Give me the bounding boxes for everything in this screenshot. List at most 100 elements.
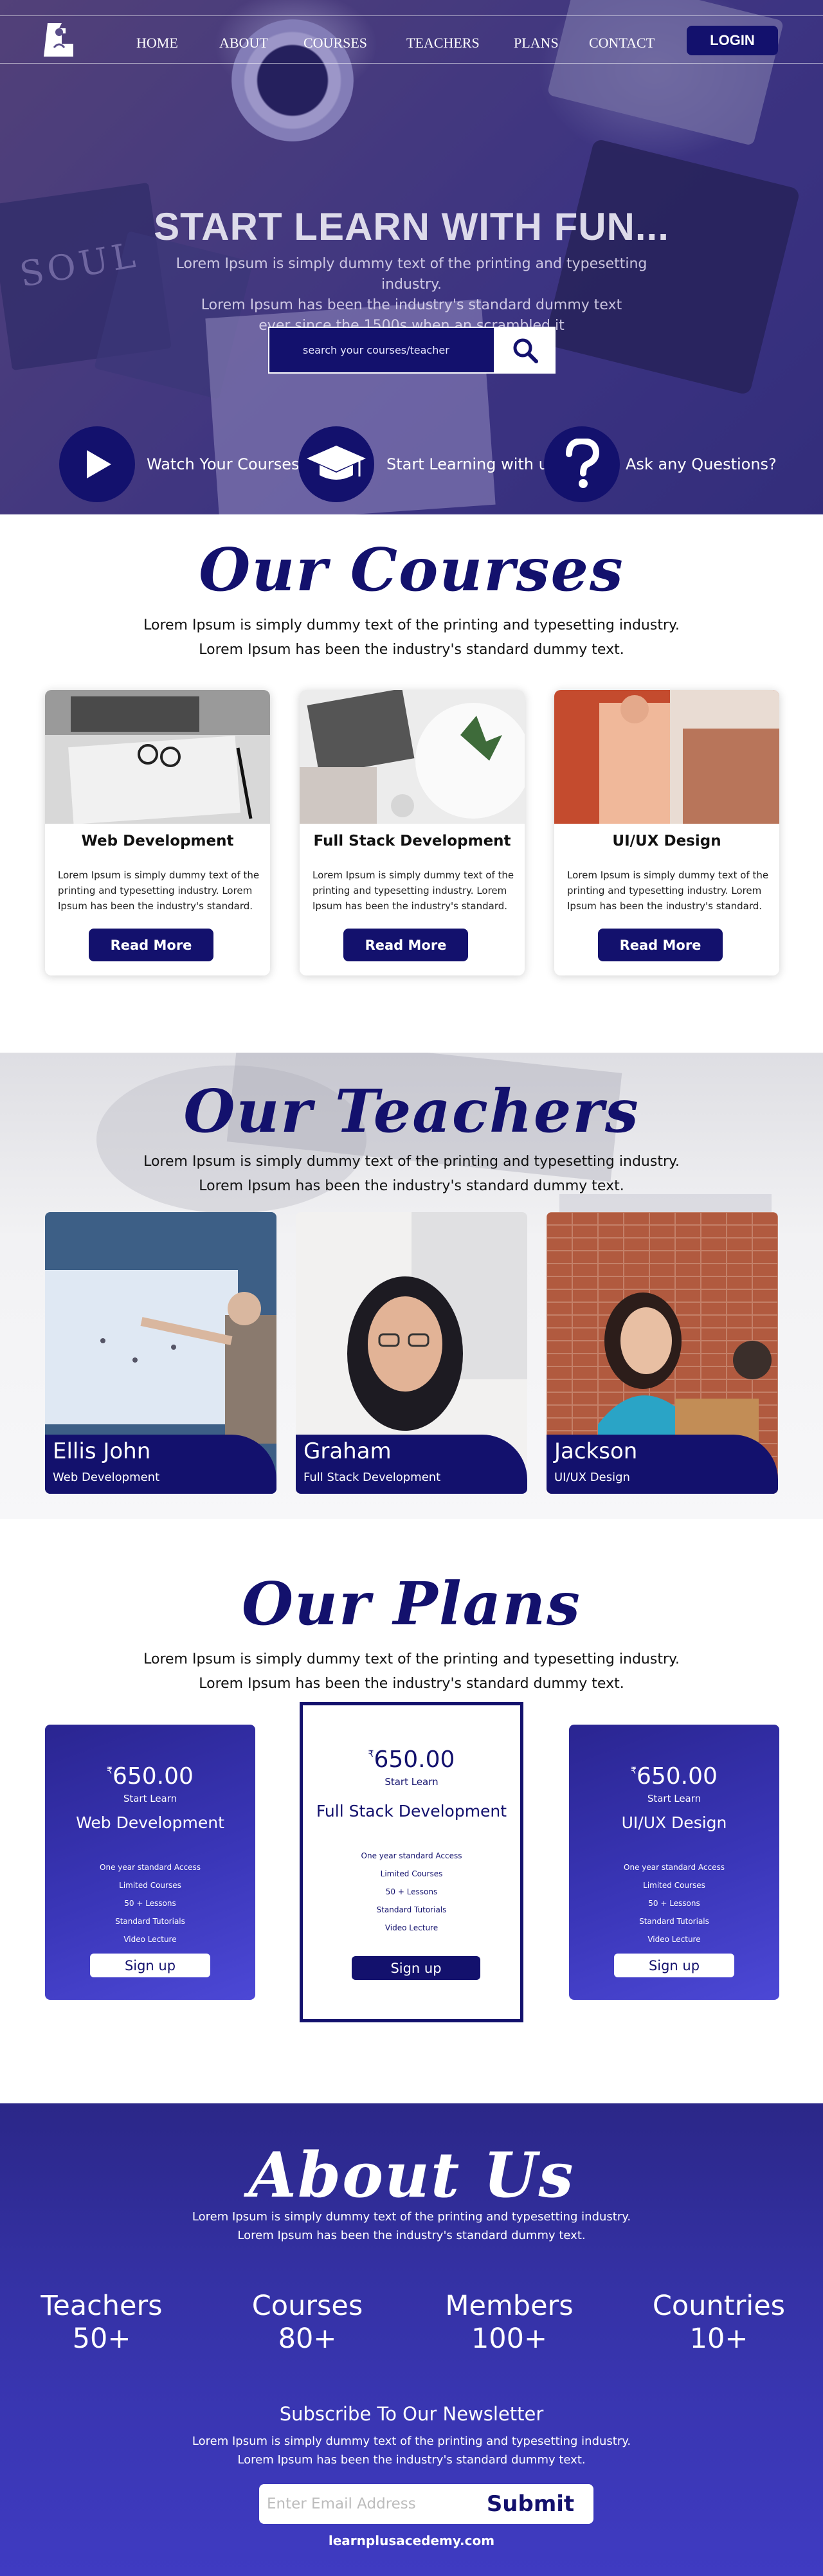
watch-courses-button[interactable]	[59, 426, 135, 502]
read-more-button[interactable]: Read More	[598, 929, 723, 961]
graduation-cap-icon	[307, 446, 366, 480]
teachers-description-line: Lorem Ipsum has been the industry's stan…	[199, 1178, 624, 1194]
teacher-card-graham[interactable]: Graham Full Stack Development	[296, 1212, 527, 1494]
sign-up-button[interactable]: Sign up	[90, 1954, 210, 1977]
plan-feature: Video Lecture	[647, 1935, 701, 1944]
read-more-button[interactable]: Read More	[343, 929, 468, 961]
plan-price: ₹650.00	[303, 1746, 520, 1773]
plan-card-web[interactable]: ₹650.00 Start Learn Web Development One …	[45, 1725, 255, 2000]
plans-title: Our Plans	[242, 1569, 581, 1638]
feature-label-learning: Start Learning with us	[386, 455, 557, 473]
plan-price: ₹650.00	[45, 1763, 255, 1790]
sign-up-button[interactable]: Sign up	[614, 1954, 734, 1977]
footer-website-link[interactable]: learnplusacedemy.com	[0, 2533, 823, 2548]
teacher-role: Full Stack Development	[303, 1471, 441, 1484]
course-card-fullstack[interactable]: Full Stack Development Lorem Ipsum is si…	[300, 690, 525, 975]
stat-members: Members 100+	[439, 2290, 580, 2355]
teacher-name-tag: Ellis John Web Development	[45, 1435, 276, 1494]
teacher-name-tag: Graham Full Stack Development	[296, 1435, 527, 1494]
question-mark-icon	[566, 439, 600, 488]
nav-divider-bottom	[0, 63, 823, 64]
plan-feature: Standard Tutorials	[376, 1905, 447, 1914]
plan-feature: One year standard Access	[100, 1863, 201, 1872]
currency-symbol: ₹	[107, 1766, 113, 1776]
nav-plans[interactable]: PLANS	[514, 35, 559, 51]
courses-description-line: Lorem Ipsum is simply dummy text of the …	[143, 617, 680, 633]
stat-teachers: Teachers 50+	[31, 2290, 172, 2355]
plan-feature: 50 + Lessons	[385, 1887, 438, 1896]
course-image-web	[45, 690, 270, 824]
hero-title: START LEARN WITH FUN...	[154, 205, 669, 248]
nav-home[interactable]: HOME	[136, 35, 178, 51]
newsletter-title: Subscribe To Our Newsletter	[279, 2403, 544, 2425]
play-icon	[87, 450, 111, 478]
course-name: UI/UX Design	[612, 833, 721, 849]
teachers-description-line: Lorem Ipsum is simply dummy text of the …	[143, 1154, 680, 1170]
newsletter-description-line: Lorem Ipsum is simply dummy text of the …	[192, 2435, 631, 2448]
plan-feature: Standard Tutorials	[115, 1917, 185, 1926]
plan-card-uiux[interactable]: ₹650.00 Start Learn UI/UX Design One yea…	[569, 1725, 779, 2000]
course-description: Lorem Ipsum is simply dummy text of the …	[312, 869, 514, 912]
plan-features: One year standard Access Limited Courses…	[303, 1847, 520, 1937]
hero-section: SOUL HOME ABOUT COURSES TEACHERS PLANS C…	[0, 0, 823, 514]
plan-name: UI/UX Design	[621, 1813, 727, 1832]
search-button[interactable]	[495, 327, 556, 374]
plan-price-value: 650.00	[374, 1746, 455, 1773]
teacher-card-jackson[interactable]: Jackson UI/UX Design	[547, 1212, 778, 1494]
currency-symbol: ₹	[631, 1766, 637, 1776]
courses-description: Lorem Ipsum is simply dummy text of the …	[0, 613, 823, 662]
course-description: Lorem Ipsum is simply dummy text of the …	[567, 869, 769, 912]
ask-questions-button[interactable]	[544, 426, 620, 502]
read-more-button[interactable]: Read More	[89, 929, 213, 961]
teachers-description: Lorem Ipsum is simply dummy text of the …	[0, 1150, 823, 1199]
feature-label-questions: Ask any Questions?	[626, 455, 777, 473]
course-card-uiux[interactable]: UI/UX Design Lorem Ipsum is simply dummy…	[554, 690, 779, 975]
plans-description: Lorem Ipsum is simply dummy text of the …	[0, 1647, 823, 1696]
stat-courses: Courses 80+	[237, 2290, 378, 2355]
plan-features: One year standard Access Limited Courses…	[569, 1858, 779, 1948]
logo-icon[interactable]	[44, 21, 76, 59]
plan-start-label: Start Learn	[647, 1793, 701, 1804]
plan-feature: Standard Tutorials	[639, 1917, 709, 1926]
plans-description-line: Lorem Ipsum is simply dummy text of the …	[143, 1651, 680, 1667]
courses-description-line: Lorem Ipsum has been the industry's stan…	[199, 642, 624, 658]
plan-feature: Video Lecture	[123, 1935, 177, 1944]
plan-feature: Video Lecture	[384, 1923, 439, 1932]
teacher-card-ellis[interactable]: Ellis John Web Development	[45, 1212, 276, 1494]
nav-contact[interactable]: CONTACT	[589, 35, 655, 51]
course-card-web[interactable]: Web Development Lorem Ipsum is simply du…	[45, 690, 270, 975]
plan-features: One year standard Access Limited Courses…	[45, 1858, 255, 1948]
plan-feature: Limited Courses	[119, 1881, 181, 1890]
about-description: Lorem Ipsum is simply dummy text of the …	[0, 2208, 823, 2245]
search-icon	[513, 338, 538, 363]
plan-feature: One year standard Access	[361, 1851, 462, 1860]
search-input[interactable]	[268, 327, 495, 374]
nav-courses[interactable]: COURSES	[303, 35, 367, 51]
stat-label: Members	[445, 2290, 574, 2322]
currency-symbol: ₹	[368, 1749, 374, 1759]
newsletter-description: Lorem Ipsum is simply dummy text of the …	[0, 2432, 823, 2469]
stat-countries: Countries 10+	[648, 2290, 790, 2355]
email-input[interactable]	[259, 2484, 467, 2524]
about-section: About Us Lorem Ipsum is simply dummy tex…	[0, 2103, 823, 2576]
teacher-name-tag: Jackson UI/UX Design	[547, 1435, 778, 1494]
course-image-uiux	[554, 690, 779, 824]
start-learning-button[interactable]	[298, 426, 374, 502]
sign-up-button[interactable]: Sign up	[352, 1956, 480, 1980]
nav-about[interactable]: ABOUT	[219, 35, 268, 51]
hero-subtitle-line: Lorem Ipsum has been the industry's stan…	[201, 297, 622, 313]
teacher-name: Jackson	[554, 1438, 638, 1464]
about-title: About Us	[248, 2139, 575, 2211]
about-description-line: Lorem Ipsum is simply dummy text of the …	[192, 2210, 631, 2224]
login-button[interactable]: LOGIN	[687, 26, 778, 55]
plan-name: Full Stack Development	[316, 1802, 507, 1820]
stat-value: 50+	[72, 2323, 131, 2355]
plan-feature: One year standard Access	[624, 1863, 725, 1872]
newsletter-description-line: Lorem Ipsum has been the industry's stan…	[237, 2453, 586, 2467]
course-image-fullstack	[300, 690, 525, 824]
plan-card-fullstack[interactable]: ₹650.00 Start Learn Full Stack Developme…	[300, 1702, 523, 2022]
nav-teachers[interactable]: TEACHERS	[406, 35, 480, 51]
feature-label-watch: Watch Your Courses	[147, 455, 300, 473]
submit-button[interactable]: Submit	[467, 2484, 593, 2524]
hero-subtitle-line: Lorem Ipsum is simply dummy text of the …	[176, 256, 647, 293]
